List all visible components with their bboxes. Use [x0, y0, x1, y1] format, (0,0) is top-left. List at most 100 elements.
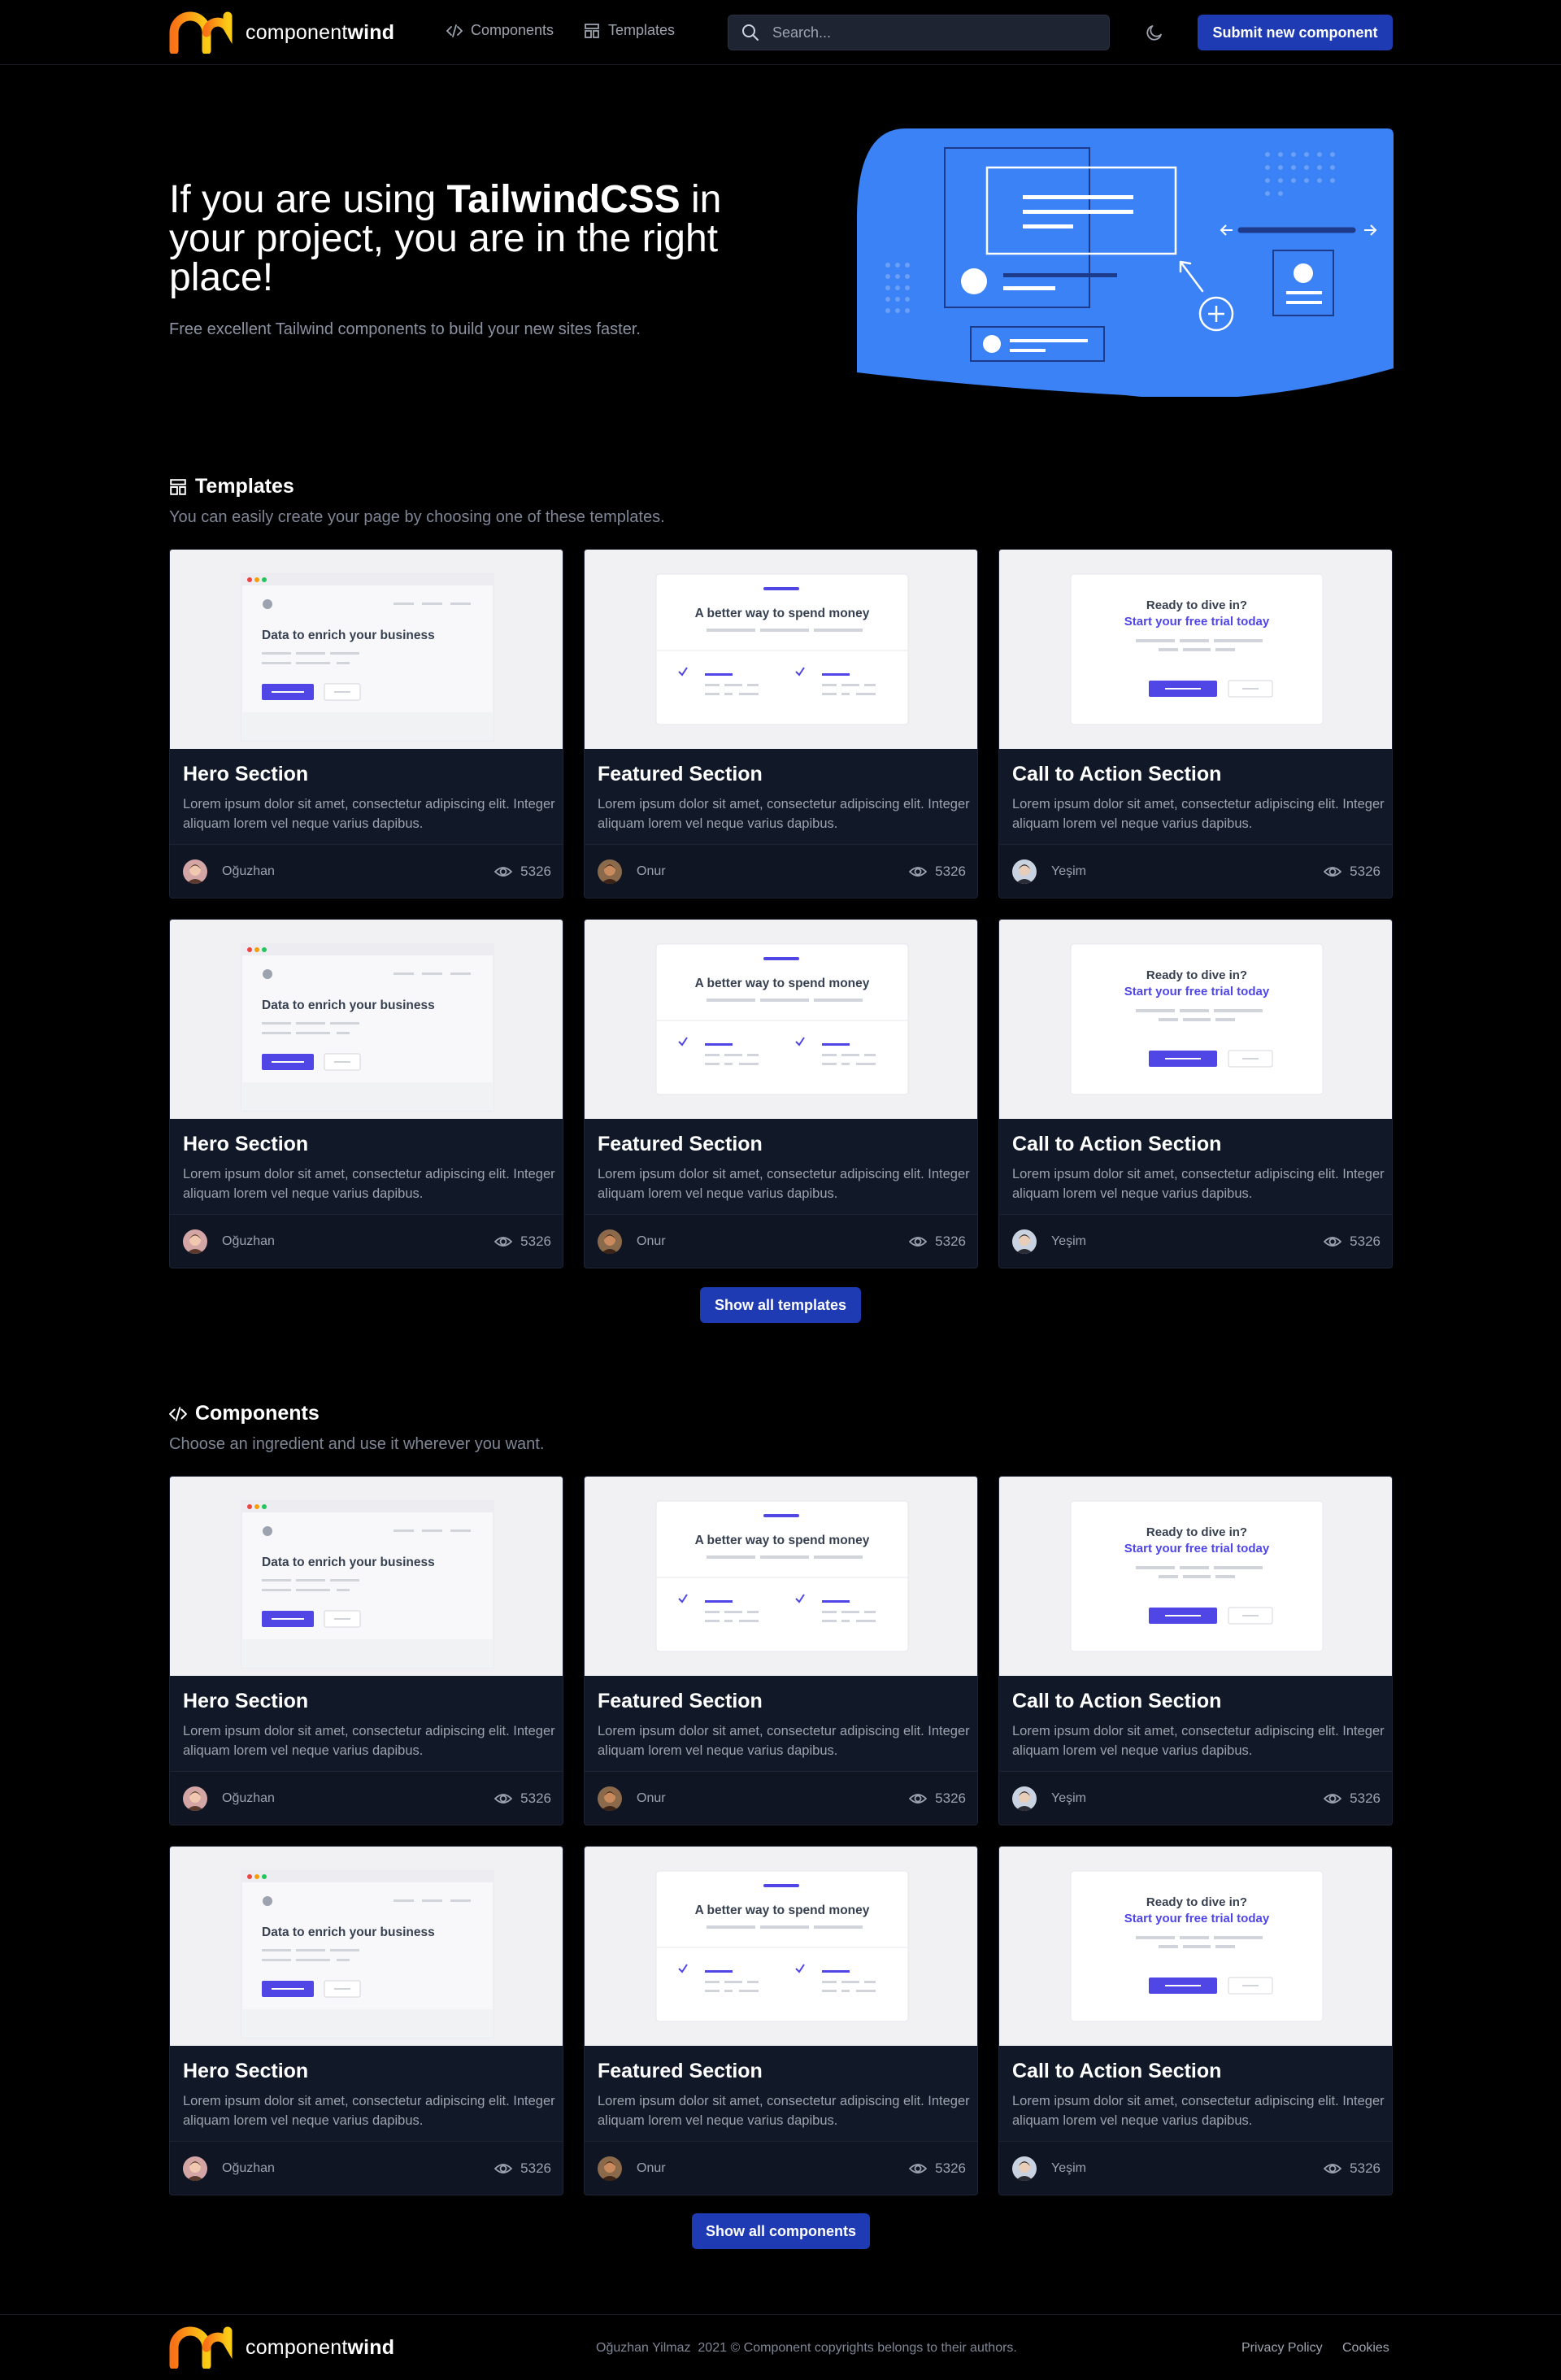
card-author[interactable]: Onur: [637, 1234, 666, 1249]
card-author[interactable]: Oğuzhan: [222, 1791, 275, 1806]
views-count: 5326: [1350, 2160, 1381, 2176]
template-card[interactable]: Ready to dive in? Start your free trial …: [998, 549, 1393, 898]
card-author[interactable]: Oğuzhan: [222, 2161, 275, 2176]
component-card[interactable]: Data to enrich your business Hero Sectio…: [169, 1846, 563, 2195]
card-thumbnail: Ready to dive in? Start your free trial …: [999, 920, 1392, 1119]
components-grid: Data to enrich your business Hero Sectio…: [169, 1476, 1394, 2195]
search-icon: [742, 24, 759, 41]
card-title: Featured Section: [598, 1690, 763, 1712]
avatar[interactable]: [1012, 859, 1037, 884]
card-description: Lorem ipsum dolor sit amet, consectetur …: [1012, 2094, 1385, 2128]
thumb-cta-text-2: Start your free trial today: [1124, 985, 1270, 999]
avatar[interactable]: [1012, 1229, 1037, 1254]
eye-icon: [909, 867, 928, 877]
card-thumbnail: A better way to spend money: [585, 550, 977, 749]
avatar[interactable]: [598, 2156, 622, 2181]
card-author[interactable]: Onur: [637, 1791, 666, 1806]
card-description: Lorem ipsum dolor sit amet, consectetur …: [183, 797, 555, 831]
views-count: 5326: [935, 864, 966, 879]
hero-subtitle: Free excellent Tailwind components to bu…: [169, 320, 641, 338]
nav-components-link[interactable]: Components: [446, 22, 554, 39]
avatar-image: [598, 1786, 622, 1811]
template-card[interactable]: A better way to spend money Featured Sec…: [584, 919, 978, 1268]
avatar-image: [1012, 2156, 1037, 2181]
template-card[interactable]: Ready to dive in? Start your free trial …: [998, 919, 1393, 1268]
footer: componentwind Oğuzhan Yilmaz 2021 © Comp…: [0, 2314, 1561, 2380]
avatar-image: [1012, 1229, 1037, 1254]
card-views: 5326: [494, 1233, 551, 1251]
avatar[interactable]: [598, 1229, 622, 1254]
views-count: 5326: [1350, 864, 1381, 879]
hero-title: If you are using TailwindCSS in your pro…: [169, 181, 738, 298]
components-heading-label: Components: [195, 1402, 320, 1425]
card-thumbnail: Data to enrich your business: [170, 1847, 563, 2046]
nav-templates-link[interactable]: Templates: [584, 22, 675, 39]
views-count: 5326: [1350, 1790, 1381, 1806]
card-thumbnail: A better way to spend money: [585, 1477, 977, 1676]
moon-icon[interactable]: [1145, 23, 1164, 42]
avatar[interactable]: [1012, 2156, 1037, 2181]
card-description: Lorem ipsum dolor sit amet, consectetur …: [598, 797, 970, 831]
eye-icon: [1324, 867, 1342, 877]
card-description: Lorem ipsum dolor sit amet, consectetur …: [183, 2094, 555, 2128]
avatar[interactable]: [183, 1229, 207, 1254]
card-author[interactable]: Yeşim: [1051, 1234, 1086, 1249]
avatar-image: [598, 859, 622, 884]
card-author[interactable]: Yeşim: [1051, 1791, 1086, 1806]
show-all-templates-button[interactable]: Show all templates: [700, 1287, 861, 1323]
views-count: 5326: [935, 2160, 966, 2176]
avatar[interactable]: [1012, 1786, 1037, 1811]
eye-icon: [494, 1794, 513, 1803]
views-count: 5326: [1350, 1234, 1381, 1249]
card-footer: Onur 5326: [585, 844, 977, 898]
thumb-feature-text: A better way to spend money: [695, 607, 870, 620]
avatar-image: [183, 2156, 207, 2181]
card-author[interactable]: Yeşim: [1051, 864, 1086, 879]
templates-grid: Data to enrich your business Hero Sectio…: [169, 549, 1394, 1268]
footer-brand-logo[interactable]: componentwind: [169, 2326, 394, 2369]
hero-title-bold: TailwindCSS: [446, 178, 680, 221]
template-card[interactable]: Data to enrich your business Hero Sectio…: [169, 919, 563, 1268]
card-author[interactable]: Oğuzhan: [222, 864, 275, 879]
card-author[interactable]: Onur: [637, 2161, 666, 2176]
search-input[interactable]: [772, 24, 1098, 41]
thumb-feature-text: A better way to spend money: [695, 1904, 870, 1917]
hero-title-pre: If you are using: [169, 178, 447, 221]
avatar[interactable]: [183, 1786, 207, 1811]
privacy-policy-link[interactable]: Privacy Policy: [1241, 2341, 1323, 2356]
card-author[interactable]: Oğuzhan: [222, 1234, 275, 1249]
template-card[interactable]: A better way to spend money Featured Sec…: [584, 549, 978, 898]
card-thumbnail: Ready to dive in? Start your free trial …: [999, 550, 1392, 749]
template-card[interactable]: Data to enrich your business Hero Sectio…: [169, 549, 563, 898]
cookies-link[interactable]: Cookies: [1342, 2341, 1389, 2356]
brand-logo[interactable]: componentwind: [169, 11, 394, 54]
component-card[interactable]: Data to enrich your business Hero Sectio…: [169, 1476, 563, 1825]
hero-illustration: [857, 128, 1394, 397]
avatar[interactable]: [598, 1786, 622, 1811]
card-title: Hero Section: [183, 2060, 309, 2082]
card-author[interactable]: Yeşim: [1051, 2161, 1086, 2176]
component-card[interactable]: A better way to spend money Featured Sec…: [584, 1846, 978, 2195]
thumb-hero-text: Data to enrich your business: [262, 1555, 435, 1569]
component-card[interactable]: A better way to spend money Featured Sec…: [584, 1476, 978, 1825]
show-all-components-button[interactable]: Show all components: [692, 2213, 870, 2249]
search-bar[interactable]: [728, 15, 1110, 50]
avatar[interactable]: [183, 859, 207, 884]
card-thumbnail: A better way to spend money: [585, 1847, 977, 2046]
nav-templates-label: Templates: [608, 22, 676, 38]
component-card[interactable]: Ready to dive in? Start your free trial …: [998, 1476, 1393, 1825]
card-author[interactable]: Onur: [637, 864, 666, 879]
avatar[interactable]: [598, 859, 622, 884]
card-description: Lorem ipsum dolor sit amet, consectetur …: [598, 2094, 970, 2128]
submit-component-button[interactable]: Submit new component: [1198, 15, 1393, 50]
component-card[interactable]: Ready to dive in? Start your free trial …: [998, 1846, 1393, 2195]
brand-name-bold: wind: [347, 20, 395, 44]
avatar-image: [183, 859, 207, 884]
views-count: 5326: [935, 1790, 966, 1806]
card-thumbnail: A better way to spend money: [585, 920, 977, 1119]
card-description: Lorem ipsum dolor sit amet, consectetur …: [1012, 1724, 1385, 1758]
card-description: Lorem ipsum dolor sit amet, consectetur …: [1012, 1167, 1385, 1201]
card-thumbnail: Data to enrich your business: [170, 1477, 563, 1676]
avatar[interactable]: [183, 2156, 207, 2181]
card-thumbnail: Ready to dive in? Start your free trial …: [999, 1847, 1392, 2046]
